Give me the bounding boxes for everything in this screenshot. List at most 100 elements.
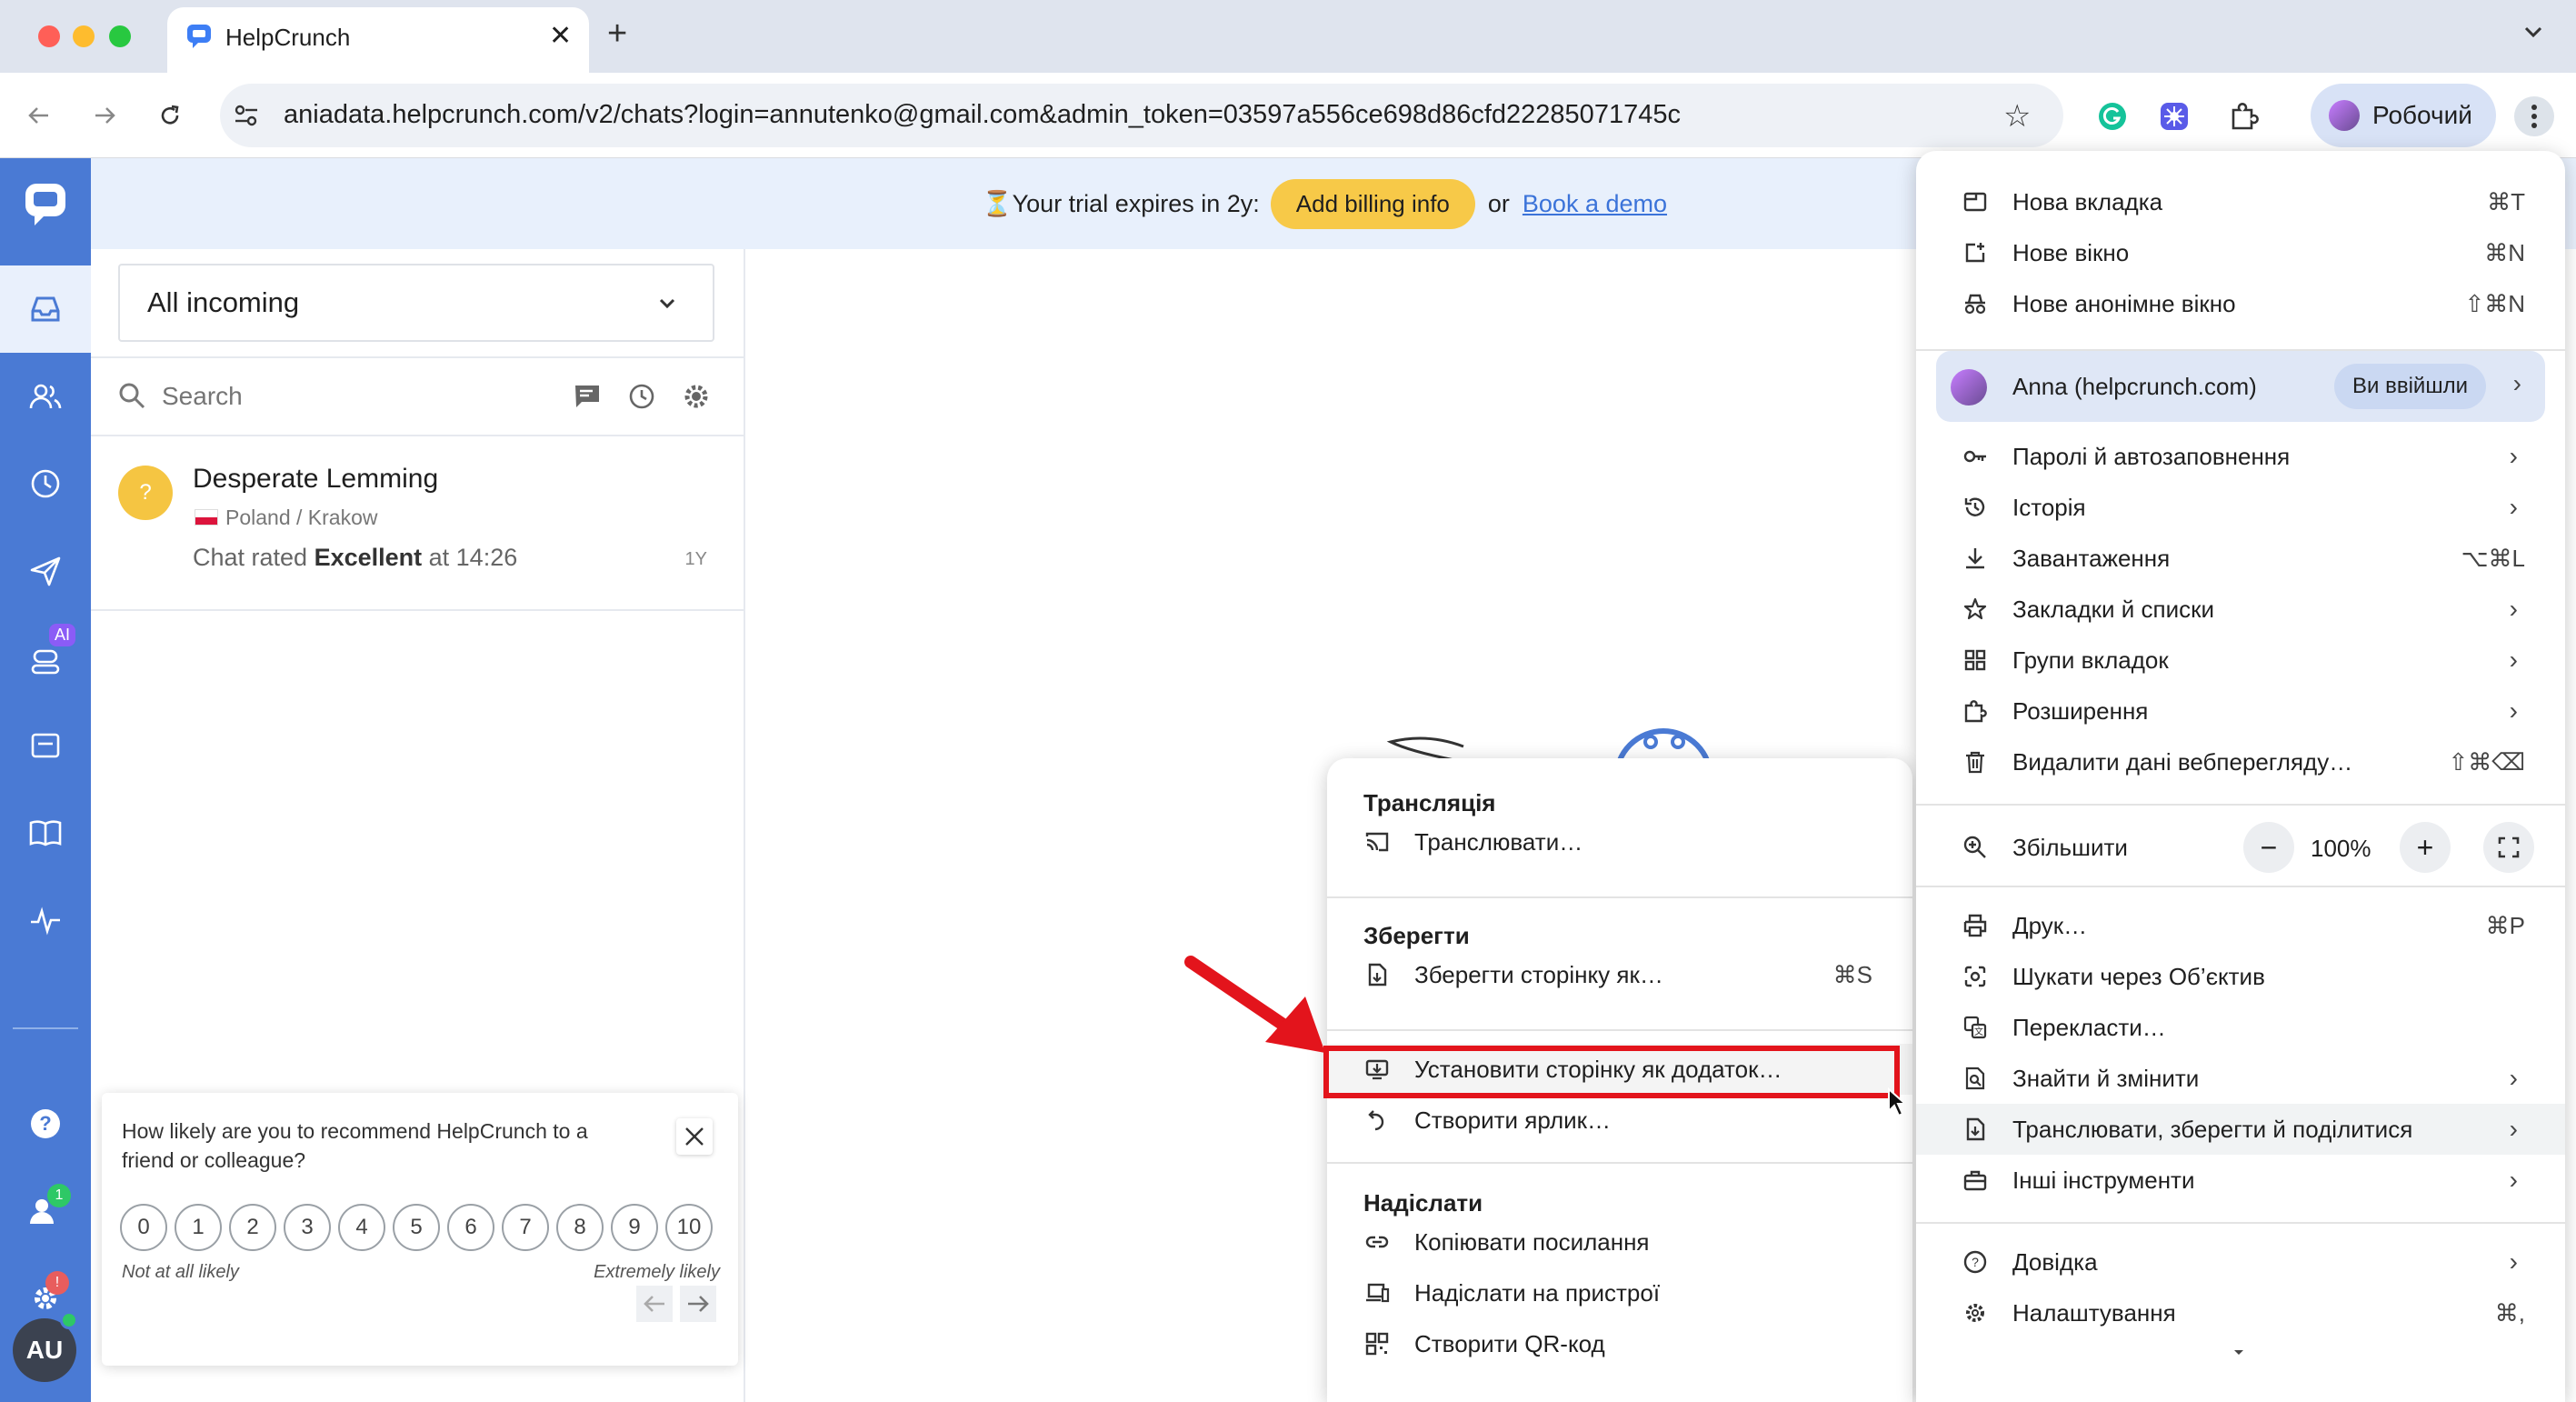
menu-item-qr-code[interactable]: Створити QR-код — [1327, 1318, 1912, 1369]
minimize-window-button[interactable] — [73, 25, 95, 47]
nps-score-button[interactable]: 2 — [229, 1204, 276, 1251]
chevron-right-icon: › — [2509, 1064, 2518, 1092]
nps-score-button[interactable]: 7 — [502, 1204, 549, 1251]
nps-score-button[interactable]: 8 — [556, 1204, 604, 1251]
menu-item-clear-data[interactable]: Видалити дані вебперегляду… ⇧⌘⌫ — [1916, 736, 2565, 787]
signed-in-badge: Ви ввійшли — [2334, 364, 2486, 409]
extensions-puzzle-icon[interactable] — [2223, 96, 2263, 136]
sidebar-item-knowledge[interactable] — [0, 702, 91, 789]
back-icon[interactable] — [20, 96, 58, 135]
zoom-out-button[interactable]: − — [2243, 822, 2294, 873]
sidebar-divider — [13, 1027, 78, 1029]
divider — [91, 356, 744, 358]
scroll-down-chevron-icon[interactable] — [2229, 1346, 2249, 1360]
menu-separator — [1327, 1029, 1912, 1031]
nps-score-button[interactable]: 9 — [611, 1204, 658, 1251]
grammarly-extension-icon[interactable] — [2092, 96, 2132, 136]
menu-item-passwords[interactable]: Паролі й автозаповнення › — [1916, 431, 2565, 482]
fullscreen-icon[interactable] — [2483, 822, 2534, 873]
list-settings-gear-icon[interactable] — [682, 382, 711, 411]
book-demo-link[interactable]: Book a demo — [1523, 190, 1667, 218]
zoom-in-button[interactable]: + — [2400, 822, 2451, 873]
browser-tab[interactable]: HelpCrunch ✕ — [167, 7, 589, 73]
menu-item-settings[interactable]: Налаштування ⌘, — [1916, 1287, 2565, 1338]
menu-item-cast-save-share[interactable]: Транслювати, зберегти й поділитися › — [1916, 1104, 2565, 1155]
menu-item-send-devices[interactable]: Надіслати на пристрої — [1327, 1267, 1912, 1318]
bookmark-star-icon[interactable]: ☆ — [2003, 98, 2031, 135]
chrome-menu-button[interactable] — [2514, 96, 2554, 136]
sidebar-item-contacts[interactable] — [0, 353, 91, 440]
survey-prev-arrow-icon[interactable] — [636, 1286, 673, 1322]
menu-item-new-window[interactable]: Нове вікно ⌘N — [1916, 227, 2565, 278]
menu-item-save-page[interactable]: Зберегти сторінку як… ⌘S — [1327, 949, 1912, 1000]
address-bar[interactable]: aniadata.helpcrunch.com/v2/chats?login=a… — [220, 84, 2063, 147]
chevron-right-icon: › — [2509, 646, 2518, 674]
chat-list-item[interactable]: ? Desperate Lemming Poland / Krakow Chat… — [91, 436, 744, 609]
new-tab-icon — [1962, 188, 1989, 215]
poland-flag-icon — [195, 509, 218, 526]
menu-item-more-tools[interactable]: Інші інструменти › — [1916, 1155, 2565, 1206]
history-icon[interactable] — [627, 382, 656, 411]
help-icon: ? — [31, 1109, 60, 1138]
sidebar-item-docs[interactable] — [0, 789, 91, 876]
menu-item-find[interactable]: Знайти й змінити › — [1916, 1053, 2565, 1104]
site-settings-icon[interactable] — [233, 102, 260, 129]
toolbox-icon — [1962, 1167, 1989, 1194]
chat-filter-dropdown[interactable]: All incoming — [118, 264, 714, 342]
sidebar-item-campaigns[interactable] — [0, 527, 91, 615]
profile-avatar — [2329, 100, 2360, 131]
tab-bar: HelpCrunch ✕ + — [0, 0, 2576, 73]
reload-icon[interactable] — [151, 96, 189, 135]
sidebar-item-ai-bot[interactable]: AI — [0, 615, 91, 702]
contact-location: Poland / Krakow — [225, 506, 378, 529]
menu-item-incognito[interactable]: Нове анонімне вікно ⇧⌘N — [1916, 278, 2565, 329]
pulse-icon — [31, 906, 60, 936]
sidebar-item-help[interactable]: ? — [0, 1080, 91, 1167]
maximize-window-button[interactable] — [109, 25, 131, 47]
menu-item-history[interactable]: Історія › — [1916, 482, 2565, 533]
highlight-box — [1323, 1046, 1900, 1098]
red-arrow-annotation — [1182, 951, 1336, 1060]
tab-close-icon[interactable]: ✕ — [549, 20, 572, 52]
menu-item-profile[interactable]: Anna (helpcrunch.com) Ви ввійшли › — [1936, 351, 2545, 422]
tab-search-chevron-icon[interactable] — [2520, 18, 2547, 45]
menu-item-translate[interactable]: 文 Перекласти… — [1916, 1002, 2565, 1053]
canned-responses-icon[interactable] — [573, 382, 602, 411]
menu-item-lens[interactable]: Шукати через Об’єктив — [1916, 951, 2565, 1002]
search-icon — [116, 380, 147, 411]
search-input[interactable] — [162, 376, 544, 416]
extension-flower-icon[interactable] — [2154, 96, 2194, 136]
sidebar-item-history[interactable] — [0, 440, 91, 527]
menu-item-new-tab[interactable]: Нова вкладка ⌘T — [1916, 176, 2565, 227]
nps-score-button[interactable]: 6 — [447, 1204, 494, 1251]
menu-item-extensions[interactable]: Розширення › — [1916, 686, 2565, 736]
close-window-button[interactable] — [38, 25, 60, 47]
nps-score-button[interactable]: 0 — [120, 1204, 167, 1251]
nps-score-button[interactable]: 5 — [393, 1204, 440, 1251]
menu-item-help[interactable]: ? Довідка › — [1916, 1237, 2565, 1287]
sidebar-item-team[interactable]: 1 — [0, 1167, 91, 1255]
menu-item-print[interactable]: Друк… ⌘P — [1916, 900, 2565, 951]
nps-score-button[interactable]: 1 — [175, 1204, 222, 1251]
nps-score-button[interactable]: 10 — [665, 1204, 713, 1251]
sidebar-item-analytics[interactable] — [0, 876, 91, 964]
nps-score-button[interactable]: 3 — [284, 1204, 331, 1251]
menu-item-create-shortcut[interactable]: Створити ярлик… — [1327, 1095, 1912, 1146]
survey-close-icon[interactable] — [676, 1118, 713, 1155]
sidebar-item-inbox[interactable] — [0, 265, 91, 353]
add-billing-button[interactable]: Add billing info — [1270, 178, 1475, 229]
new-tab-button[interactable]: + — [607, 15, 627, 54]
menu-item-tab-groups[interactable]: Групи вкладок › — [1916, 635, 2565, 686]
menu-item-downloads[interactable]: Завантаження ⌥⌘L — [1916, 533, 2565, 584]
survey-next-arrow-icon[interactable] — [680, 1286, 716, 1322]
profile-button[interactable]: Робочий — [2311, 84, 2496, 147]
menu-item-bookmarks[interactable]: Закладки й списки › — [1916, 584, 2565, 635]
menu-item-copy-link[interactable]: Копіювати посилання — [1327, 1217, 1912, 1267]
forward-icon[interactable] — [85, 96, 124, 135]
nps-score-button[interactable]: 4 — [338, 1204, 385, 1251]
history-icon — [1962, 494, 1989, 521]
download-icon — [1962, 545, 1989, 572]
menu-item-cast[interactable]: Транслювати… — [1327, 816, 1912, 867]
star-icon — [1962, 596, 1989, 623]
helpcrunch-logo-icon[interactable] — [0, 158, 91, 249]
